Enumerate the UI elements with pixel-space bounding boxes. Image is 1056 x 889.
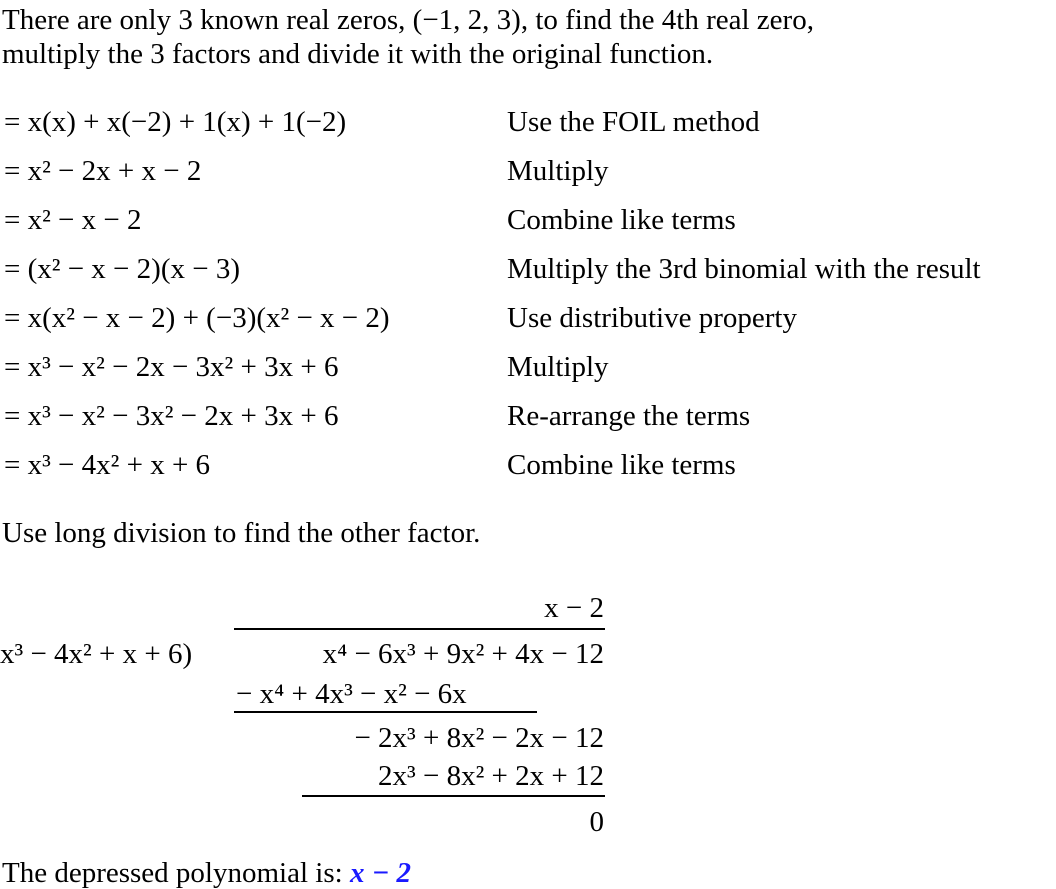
step-reason: Use distributive property [507,302,797,334]
step-reason: Combine like terms [507,449,736,481]
step-reason: Multiply the 3rd binomial with the resul… [507,253,981,285]
final-remainder: 0 [589,806,605,838]
quotient: x − 2 [544,592,604,624]
intro-line-1: There are only 3 known real zeros, (−1, … [2,4,814,36]
dividend: x⁴ − 6x³ + 9x² + 4x − 12 [322,638,604,670]
step-reason: Re-arrange the terms [507,400,751,432]
conclusion-label: The depressed polynomial is: [2,857,343,889]
step-expr: = x² − 2x + x − 2 [4,155,202,187]
step-reason: Multiply [507,351,609,383]
step-expr: = x² − x − 2 [4,204,142,236]
step-reason: Combine like terms [507,204,736,236]
division-bar [234,628,605,630]
subtraction-2-line [302,795,605,797]
remainder-1: − 2x³ + 8x² − 2x − 12 [354,722,604,754]
conclusion-answer: x − 2 [349,857,412,889]
step-expr: = x(x² − x − 2) + (−3)(x² − x − 2) [4,302,390,334]
step-expr: = x³ − x² − 2x − 3x² + 3x + 6 [4,351,339,383]
subtraction-1: − x⁴ + 4x³ − x² − 6x [236,678,467,710]
step-expr: = x(x) + x(−2) + 1(x) + 1(−2) [4,106,347,138]
divisor: x³ − 4x² + x + 6) [0,638,193,670]
step-expr: = x³ − 4x² + x + 6 [4,449,211,481]
division-intro: Use long division to find the other fact… [2,517,481,549]
step-reason: Multiply [507,155,609,187]
step-expr: = (x² − x − 2)(x − 3) [4,253,240,285]
intro-line-2: multiply the 3 factors and divide it wit… [2,38,714,70]
conclusion: The depressed polynomial is: x − 2 [2,859,411,888]
subtraction-1-line [234,711,537,713]
step-reason: Use the FOIL method [507,106,760,138]
subtraction-2: 2x³ − 8x² + 2x + 12 [378,760,604,792]
step-expr: = x³ − x² − 3x² − 2x + 3x + 6 [4,400,339,432]
